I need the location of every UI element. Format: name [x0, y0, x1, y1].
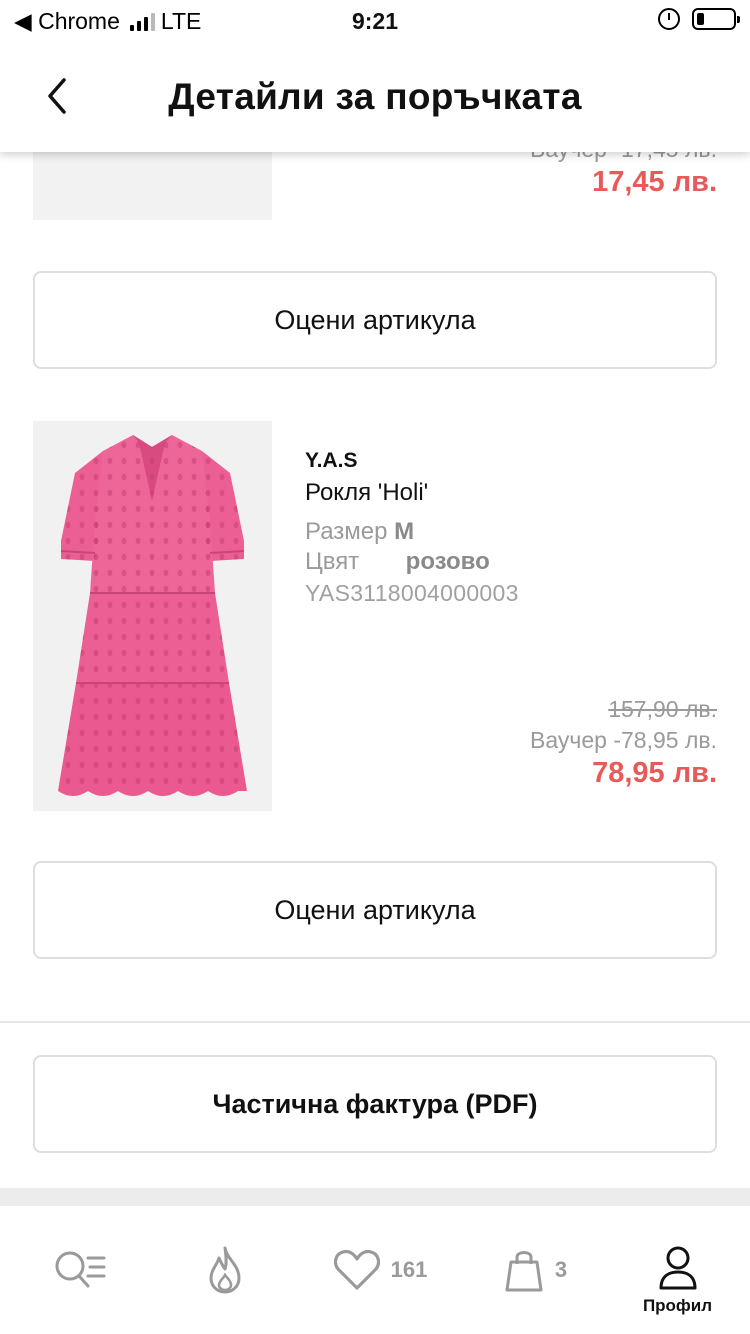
- bottom-tab-bar: 161 3 Профил: [0, 1206, 750, 1334]
- profile-icon: [659, 1246, 696, 1290]
- product-thumbnail-previous[interactable]: [33, 152, 272, 220]
- size-value: M: [394, 518, 415, 545]
- order-details-content: Ваучер -17,45 лв. 17,45 лв. Оцени артику…: [0, 0, 750, 1334]
- color-label: Цвят: [305, 548, 360, 575]
- original-price: 157,90 лв.: [608, 696, 717, 722]
- product-name: Рокля 'Holi': [305, 479, 429, 506]
- tab-profile[interactable]: Профил: [625, 1206, 730, 1334]
- heart-icon: [333, 1249, 380, 1290]
- tab-profile-label: Профил: [642, 1296, 713, 1315]
- search-list-icon: [55, 1251, 106, 1288]
- tab-bag[interactable]: 3: [485, 1206, 585, 1334]
- rate-item-button-2[interactable]: Оцени артикула: [33, 861, 717, 959]
- product-sku: YAS3118004000003: [305, 580, 519, 606]
- wishlist-count: 161: [390, 1257, 428, 1282]
- section-divider: [0, 1021, 750, 1023]
- status-right: [658, 8, 740, 30]
- shopping-bag-icon: [505, 1251, 543, 1292]
- flame-icon: [209, 1246, 241, 1294]
- voucher-discount: Ваучер -78,95 лв.: [530, 727, 717, 753]
- page-header: Детайли за поръчката: [0, 42, 750, 152]
- pink-dress-illustration: [58, 435, 247, 796]
- bottom-separator: [0, 1188, 750, 1206]
- tab-trending[interactable]: [175, 1206, 275, 1334]
- page-title: Детайли за поръчката: [168, 76, 582, 117]
- product-brand: Y.A.S: [305, 449, 358, 472]
- battery-icon: [692, 8, 740, 30]
- status-bar: ◀ Chrome LTE 9:21: [0, 0, 750, 42]
- partial-invoice-pdf-button[interactable]: Частична фактура (PDF): [33, 1055, 717, 1153]
- rate-item-button[interactable]: Оцени артикула: [33, 271, 717, 369]
- product-color: Цвят розово: [305, 548, 490, 576]
- product-image-dress[interactable]: [33, 421, 272, 811]
- tab-search[interactable]: [30, 1206, 130, 1334]
- final-price: 78,95 лв.: [592, 757, 717, 789]
- tab-wishlist[interactable]: 161: [320, 1206, 440, 1334]
- product-size: Размер M: [305, 518, 414, 546]
- alarm-icon: [658, 8, 680, 30]
- final-price-previous: 17,45 лв.: [592, 166, 717, 198]
- size-label: Размер: [305, 518, 388, 545]
- bag-count: 3: [554, 1257, 568, 1282]
- color-value: розово: [405, 548, 490, 575]
- clock: 9:21: [351, 8, 399, 34]
